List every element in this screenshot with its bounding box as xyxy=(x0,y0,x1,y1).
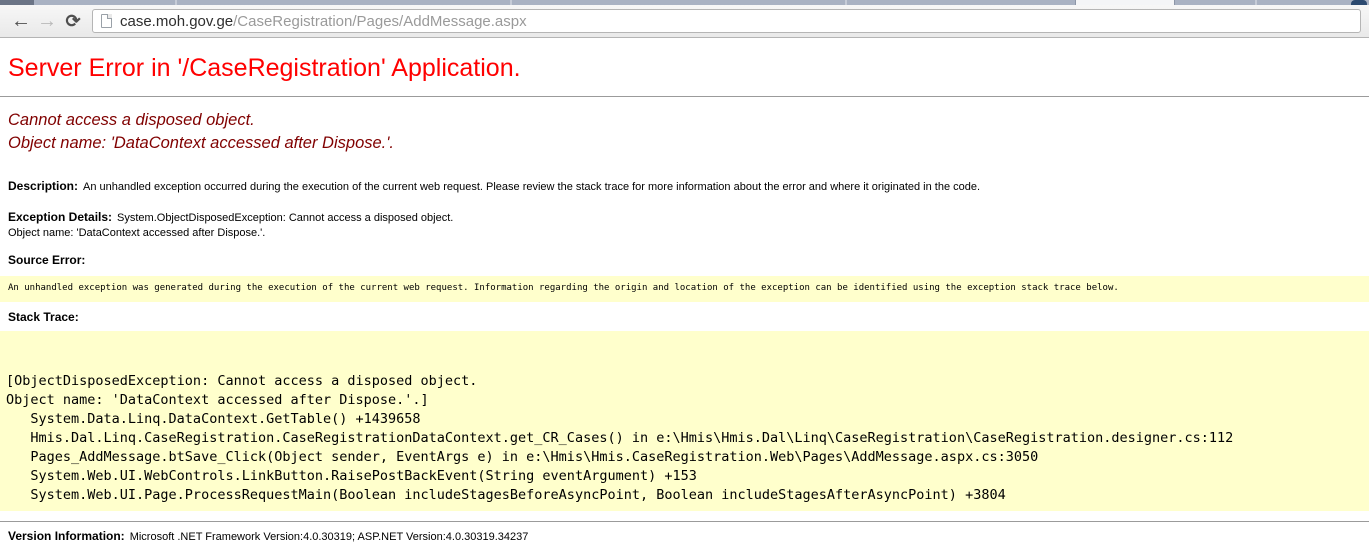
exception-line2: Object name: 'DataContext accessed after… xyxy=(8,227,265,239)
exception-details-label: Exception Details: xyxy=(8,210,112,224)
browser-window: ← → ⟳ case.moh.gov.ge/CaseRegistration/P… xyxy=(0,0,1369,38)
url-host: case.moh.gov.ge xyxy=(120,13,233,30)
browser-toolbar: ← → ⟳ case.moh.gov.ge/CaseRegistration/P… xyxy=(0,5,1369,38)
reload-button[interactable]: ⟳ xyxy=(60,8,86,34)
back-button[interactable]: ← xyxy=(8,8,34,34)
description-label: Description: xyxy=(8,179,78,193)
active-tab[interactable] xyxy=(1075,0,1175,5)
tab-divider xyxy=(175,0,177,5)
window-edge xyxy=(0,0,34,5)
divider xyxy=(0,96,1369,97)
stack-trace-text: [ObjectDisposedException: Cannot access … xyxy=(6,334,1361,505)
url-path: /CaseRegistration/Pages/AddMessage.aspx xyxy=(233,13,527,30)
error-page: Server Error in '/CaseRegistration' Appl… xyxy=(0,52,1369,545)
tab-divider xyxy=(1255,0,1257,5)
divider xyxy=(0,521,1369,522)
stack-trace-row: Stack Trace: xyxy=(8,310,1361,326)
exception-line1: System.ObjectDisposedException: Cannot a… xyxy=(117,212,453,224)
description-row: Description: An unhandled exception occur… xyxy=(8,179,1361,195)
source-error-text: An unhandled exception was generated dur… xyxy=(8,283,1361,294)
page-title: Server Error in '/CaseRegistration' Appl… xyxy=(8,52,1361,84)
source-error-box: An unhandled exception was generated dur… xyxy=(0,276,1369,302)
address-bar[interactable]: case.moh.gov.ge/CaseRegistration/Pages/A… xyxy=(92,9,1361,33)
tab-divider xyxy=(510,0,512,5)
window-control[interactable] xyxy=(1351,0,1367,5)
tab-divider xyxy=(845,0,847,5)
error-subtitle-line1: Cannot access a disposed object. xyxy=(8,111,255,129)
stack-trace-box: [ObjectDisposedException: Cannot access … xyxy=(0,331,1369,511)
error-subtitle-line2: Object name: 'DataContext accessed after… xyxy=(8,134,394,152)
version-info-text: Microsoft .NET Framework Version:4.0.303… xyxy=(130,531,529,543)
source-error-label: Source Error: xyxy=(8,253,85,267)
description-text: An unhandled exception occurred during t… xyxy=(83,181,980,193)
page-document-icon xyxy=(101,14,112,28)
version-info-label: Version Information: xyxy=(8,529,125,543)
source-error-row: Source Error: xyxy=(8,253,1361,269)
stack-trace-label: Stack Trace: xyxy=(8,310,79,324)
forward-button[interactable]: → xyxy=(34,8,60,34)
error-subtitle: Cannot access a disposed object. Object … xyxy=(8,109,1361,155)
exception-details-row: Exception Details: System.ObjectDisposedE… xyxy=(8,210,1361,241)
tab-strip[interactable] xyxy=(0,0,1369,5)
version-info-row: Version Information: Microsoft .NET Frame… xyxy=(8,529,1361,545)
